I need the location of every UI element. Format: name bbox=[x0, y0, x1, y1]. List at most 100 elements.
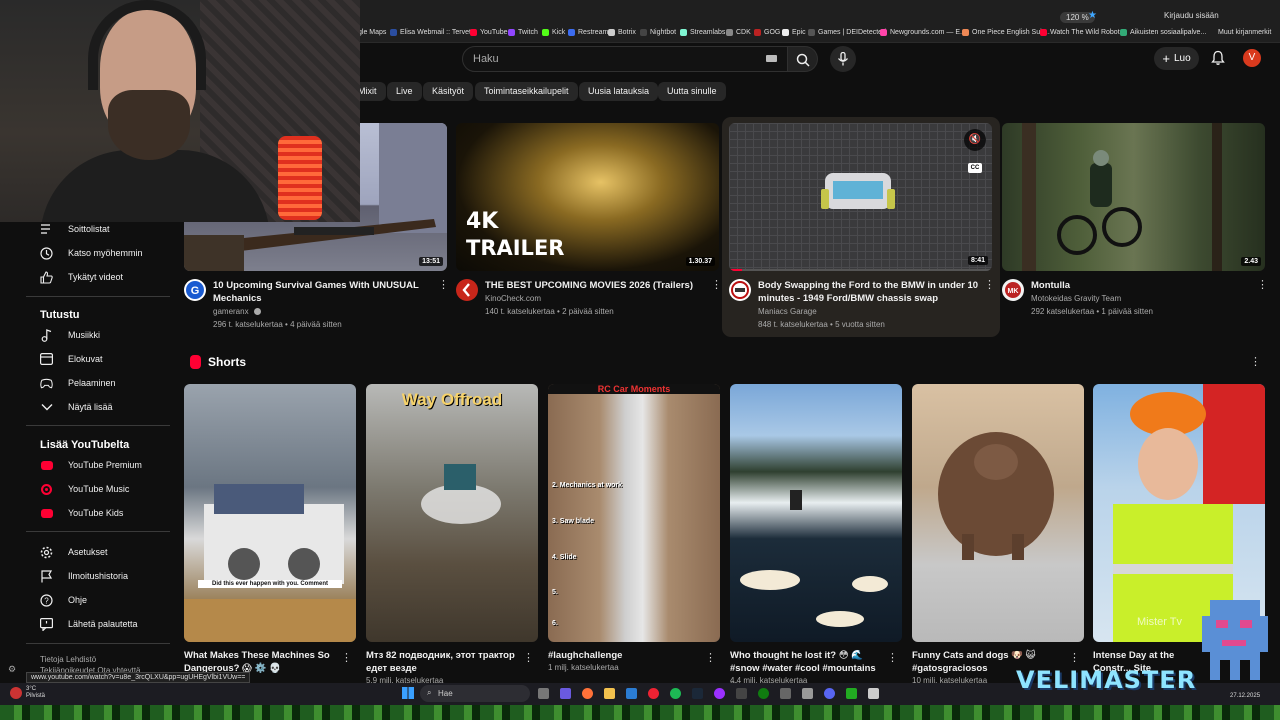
app-icon[interactable] bbox=[648, 688, 659, 699]
more-options-icon[interactable]: ⋮ bbox=[341, 652, 352, 664]
bell-icon[interactable] bbox=[1210, 50, 1226, 66]
star-icon[interactable]: ★ bbox=[1088, 10, 1097, 21]
sidebar-item-help[interactable]: ? Ohje bbox=[26, 588, 170, 612]
gear-icon[interactable]: ⚙ bbox=[8, 664, 16, 675]
bookmark[interactable]: Newgrounds.com — E... bbox=[880, 29, 966, 36]
channel-name[interactable]: KinoCheck.com bbox=[485, 292, 541, 305]
create-button[interactable]: + Luo bbox=[1154, 47, 1199, 70]
more-options-icon[interactable]: ⋮ bbox=[984, 279, 995, 291]
keyboard-icon[interactable] bbox=[766, 55, 777, 62]
bookmark[interactable]: Streamlabs bbox=[680, 29, 725, 36]
bookmark[interactable]: One Piece English Sub... bbox=[962, 29, 1050, 36]
short-thumbnail[interactable]: Way Offroad bbox=[366, 384, 538, 642]
short-thumbnail[interactable]: Did this ever happen with you. Comment bbox=[184, 384, 356, 642]
sidebar-item-settings[interactable]: Asetukset bbox=[26, 540, 170, 564]
channel-name[interactable]: Motokeidas Gravity Team bbox=[1031, 292, 1121, 305]
more-options-icon[interactable]: ⋮ bbox=[1257, 279, 1268, 291]
sidebar-item-watch-later[interactable]: Katso myöhemmin bbox=[26, 241, 170, 265]
steam-icon[interactable] bbox=[692, 688, 703, 699]
file-explorer-icon[interactable] bbox=[604, 688, 615, 699]
bookmark[interactable]: Restream bbox=[568, 29, 608, 36]
app-icon[interactable] bbox=[846, 688, 857, 699]
bookmark[interactable]: YouTube bbox=[470, 29, 508, 36]
more-options-icon[interactable]: ⋮ bbox=[705, 652, 716, 664]
preview-progress[interactable] bbox=[729, 269, 992, 271]
windows-start-icon[interactable] bbox=[402, 687, 414, 699]
channel-avatar[interactable]: G bbox=[184, 279, 206, 301]
search-input[interactable]: Haku bbox=[462, 46, 788, 72]
app-icon[interactable] bbox=[780, 688, 791, 699]
bookmark[interactable]: Kick bbox=[542, 29, 565, 36]
discord-icon[interactable] bbox=[824, 688, 835, 699]
mute-icon[interactable]: 🔇 bbox=[964, 129, 986, 151]
more-options-icon[interactable]: ⋮ bbox=[523, 652, 534, 664]
firefox-icon[interactable] bbox=[582, 688, 593, 699]
video-preview[interactable]: 🔇 CC 8:41 bbox=[729, 123, 992, 271]
taskbar-search[interactable]: Hae bbox=[420, 685, 530, 702]
store-icon[interactable] bbox=[626, 688, 637, 699]
bookmarks-more[interactable]: Muut kirjanmerkit bbox=[1218, 29, 1271, 36]
taskbar-clock[interactable]: 27.12.2025 bbox=[1230, 693, 1260, 699]
sidebar-item-liked-videos[interactable]: Tykätyt videot bbox=[26, 265, 170, 289]
bookmark[interactable]: GOG bbox=[754, 29, 780, 36]
video-title[interactable]: THE BEST UPCOMING MOVIES 2026 (Trailers) bbox=[485, 279, 710, 292]
chip[interactable]: Käsityöt bbox=[423, 82, 474, 101]
bookmark[interactable]: Aikuisten sosiaalipalve... bbox=[1120, 29, 1206, 36]
spotify-icon[interactable] bbox=[670, 688, 681, 699]
app-icon[interactable] bbox=[802, 688, 813, 699]
bookmark[interactable]: Elisa Webmail :: Tervet... bbox=[390, 29, 477, 36]
short-title[interactable]: #laughchallenge bbox=[548, 649, 700, 662]
sidebar-item-youtube-premium[interactable]: YouTube Premium bbox=[26, 453, 170, 477]
bookmark[interactable]: gle Maps bbox=[358, 29, 386, 36]
app-icon[interactable] bbox=[736, 688, 747, 699]
short-thumbnail[interactable] bbox=[730, 384, 902, 642]
sidebar-item-send-feedback[interactable]: Lähetä palautetta bbox=[26, 612, 170, 636]
more-options-icon[interactable]: ⋮ bbox=[438, 279, 449, 291]
sidebar-item-gaming[interactable]: Pelaaminen bbox=[26, 371, 170, 395]
search-button[interactable] bbox=[788, 46, 818, 72]
sidebar-item-youtube-music[interactable]: YouTube Music bbox=[26, 477, 170, 501]
chip[interactable]: Uusia latauksia bbox=[579, 82, 659, 101]
app-icon[interactable] bbox=[714, 688, 725, 699]
sidebar-item-report-history[interactable]: Ilmoitushistoria bbox=[26, 564, 170, 588]
xbox-icon[interactable] bbox=[758, 688, 769, 699]
weather-widget[interactable]: 3°C Pilvistä bbox=[26, 686, 45, 700]
bookmark[interactable]: Epic bbox=[782, 29, 806, 36]
voice-search-button[interactable] bbox=[830, 46, 856, 72]
more-options-icon[interactable]: ⋮ bbox=[1250, 356, 1261, 368]
more-options-icon[interactable]: ⋮ bbox=[711, 279, 722, 291]
footer-links[interactable]: Tietoja Lehdistö bbox=[40, 655, 96, 664]
bookmark[interactable]: Games | DEIDetected bbox=[808, 29, 886, 36]
channel-avatar[interactable] bbox=[729, 279, 751, 301]
teams-icon[interactable] bbox=[560, 688, 571, 699]
channel-avatar[interactable]: MK bbox=[1002, 279, 1024, 301]
video-thumbnail[interactable]: 2.43 bbox=[1002, 123, 1265, 271]
chip[interactable]: Toimintaseikkailupelit bbox=[475, 82, 578, 101]
channel-name[interactable]: Maniacs Garage bbox=[758, 305, 817, 318]
short-thumbnail[interactable] bbox=[912, 384, 1084, 642]
video-title[interactable]: Body Swapping the Ford to the BMW in und… bbox=[758, 279, 983, 305]
video-title[interactable]: Montulla bbox=[1031, 279, 1256, 292]
sidebar-item-movies[interactable]: Elokuvat bbox=[26, 347, 170, 371]
more-options-icon[interactable]: ⋮ bbox=[887, 652, 898, 664]
channel-avatar[interactable] bbox=[456, 279, 478, 301]
sidebar-item-show-more[interactable]: Näytä lisää bbox=[26, 395, 170, 419]
channel-name[interactable]: gameranx bbox=[213, 305, 249, 318]
short-thumbnail[interactable]: RC Car Moments 2. Mechanics at work 3. S… bbox=[548, 384, 720, 642]
login-button[interactable]: Kirjaudu sisään bbox=[1164, 11, 1219, 20]
bookmark[interactable]: Botrix bbox=[608, 29, 636, 36]
bookmark[interactable]: Nightbot bbox=[640, 29, 676, 36]
sidebar-item-music[interactable]: Musiikki bbox=[26, 323, 170, 347]
captions-icon[interactable]: CC bbox=[968, 163, 982, 173]
bookmark[interactable]: Watch The Wild Robot... bbox=[1040, 29, 1125, 36]
app-icon[interactable] bbox=[868, 688, 879, 699]
chip[interactable]: Uutta sinulle bbox=[658, 82, 726, 101]
account-avatar[interactable]: V bbox=[1243, 49, 1261, 67]
task-view-icon[interactable] bbox=[538, 688, 549, 699]
chip[interactable]: Live bbox=[387, 82, 422, 101]
video-title[interactable]: 10 Upcoming Survival Games With UNUSUAL … bbox=[213, 279, 438, 305]
short-title[interactable]: Мтз 82 подводник, этот трактор едет везд… bbox=[366, 649, 518, 675]
bookmark[interactable]: Twitch bbox=[508, 29, 538, 36]
more-options-icon[interactable]: ⋮ bbox=[1069, 652, 1080, 664]
sidebar-item-youtube-kids[interactable]: YouTube Kids bbox=[26, 501, 170, 525]
